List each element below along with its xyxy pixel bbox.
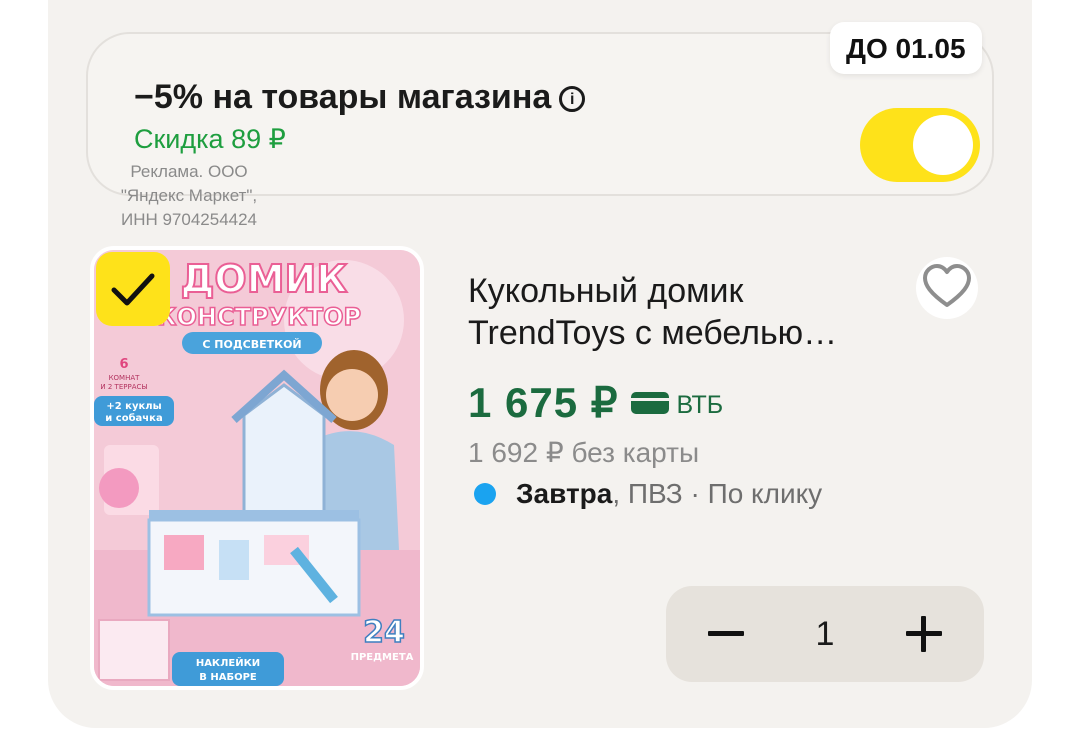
ad-disclaimer: Реклама. ООО "Яндекс Маркет", ИНН 970425… (120, 162, 258, 229)
price-row: 1 675 ₽ ВТБ (468, 378, 723, 427)
delivery-details: , ПВЗ · По клику (612, 478, 823, 509)
box-dolls-line2: и собачка (105, 412, 162, 424)
heart-icon (923, 264, 971, 307)
quantity-stepper: 1 (666, 586, 984, 682)
delivery-info: Завтра , ПВЗ · По клику (474, 478, 822, 510)
toggle-knob (913, 115, 973, 175)
promo-title: −5% на товары магазина i (134, 78, 586, 117)
box-count-number: 24 (363, 615, 405, 650)
price-with-card: 1 675 ₽ (468, 379, 619, 426)
delivery-status-dot (474, 483, 496, 505)
quantity-value: 1 (815, 614, 835, 653)
info-icon[interactable]: i (559, 86, 586, 112)
box-stickers-line2: В НАБОРЕ (199, 672, 257, 683)
minus-icon (708, 631, 744, 636)
plus-icon (905, 616, 942, 652)
promo-toggle[interactable] (860, 108, 980, 182)
bank-name: ВТБ (676, 391, 724, 419)
promo-discount: Скидка 89 ₽ (134, 124, 286, 154)
price-without-card: 1 692 ₽ без карты (468, 437, 700, 468)
bank-card-icon (630, 391, 669, 414)
box-title-line2: КОНСТРУКТОР (157, 303, 361, 331)
increase-button[interactable] (864, 586, 984, 682)
favorite-button[interactable] (916, 257, 978, 319)
box-count-text: ПРЕДМЕТА (351, 652, 414, 663)
product-title[interactable]: Кукольный домик TrendToys с мебелью… (468, 270, 908, 354)
box-stickers-line1: НАКЛЕЙКИ (196, 656, 260, 669)
box-subtitle: С ПОДСВЕТКОЙ (202, 338, 301, 351)
decrease-button[interactable] (666, 586, 786, 682)
checkmark-icon (111, 273, 155, 306)
select-checkbox[interactable] (96, 252, 170, 326)
box-dolls-line1: +2 куклы (106, 401, 161, 412)
box-rooms-number: 6 (119, 357, 128, 372)
promo-title-text: −5% на товары магазина (134, 78, 552, 116)
delivery-day: Завтра (516, 478, 613, 509)
box-rooms-text2: И 2 ТЕРРАСЫ (100, 383, 147, 391)
box-rooms-text: КОМНАТ (109, 374, 141, 382)
promo-deadline-badge: ДО 01.05 (830, 22, 982, 74)
box-title-line1: ДОМИК (181, 257, 348, 301)
